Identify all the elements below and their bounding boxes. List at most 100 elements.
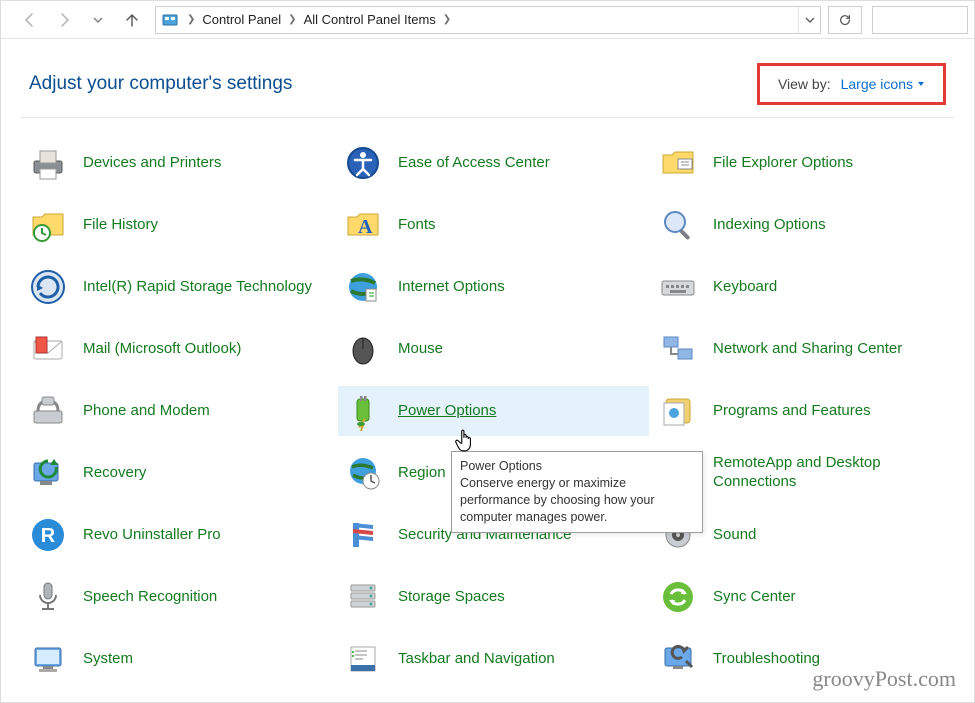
revo-icon: R bbox=[27, 514, 69, 556]
indexing-icon bbox=[657, 204, 699, 246]
item-label: RemoteApp and Desktop Connections bbox=[713, 454, 956, 492]
breadcrumb-item[interactable]: Control Panel bbox=[198, 12, 285, 27]
storage-icon bbox=[342, 576, 384, 618]
control-panel-item[interactable]: Recovery bbox=[23, 448, 334, 498]
arrow-up-icon bbox=[124, 12, 140, 28]
control-panel-item[interactable]: A Fonts bbox=[338, 200, 649, 250]
tooltip-body: Conserve energy or maximize performance … bbox=[460, 476, 655, 524]
chevron-down-icon bbox=[805, 15, 815, 25]
view-by-value: Large icons bbox=[841, 76, 913, 92]
control-panel-item[interactable]: R Revo Uninstaller Pro bbox=[23, 510, 334, 560]
control-panel-item[interactable]: Troubleshooting bbox=[653, 634, 964, 684]
tooltip: Power Options Conserve energy or maximiz… bbox=[451, 451, 703, 533]
speech-icon bbox=[27, 576, 69, 618]
internet-options-icon bbox=[342, 266, 384, 308]
file-history-icon bbox=[27, 204, 69, 246]
control-panel-item[interactable]: File Explorer Options bbox=[653, 138, 964, 188]
control-panel-item[interactable]: Mail (Microsoft Outlook) bbox=[23, 324, 334, 374]
control-panel-item[interactable]: Indexing Options bbox=[653, 200, 964, 250]
control-panel-item[interactable]: Taskbar and Navigation bbox=[338, 634, 649, 684]
breadcrumb-item[interactable]: All Control Panel Items bbox=[300, 12, 440, 27]
control-panel-item[interactable]: Keyboard bbox=[653, 262, 964, 312]
mail-icon bbox=[27, 328, 69, 370]
navigation-bar: ❯ Control Panel ❯ All Control Panel Item… bbox=[1, 1, 974, 39]
arrow-left-icon bbox=[22, 12, 38, 28]
triangle-down-icon bbox=[917, 80, 925, 88]
item-label: Keyboard bbox=[713, 278, 777, 297]
item-label: Taskbar and Navigation bbox=[398, 650, 555, 669]
control-panel-item[interactable]: Speech Recognition bbox=[23, 572, 334, 622]
intel-rst-icon bbox=[27, 266, 69, 308]
item-label: Mouse bbox=[398, 340, 443, 359]
taskbar-icon bbox=[342, 638, 384, 680]
svg-text:A: A bbox=[358, 216, 373, 238]
page-header: Adjust your computer's settings View by:… bbox=[1, 39, 974, 111]
control-panel-item[interactable]: Ease of Access Center bbox=[338, 138, 649, 188]
security-icon bbox=[342, 514, 384, 556]
item-label: Power Options bbox=[398, 402, 496, 421]
item-label: Fonts bbox=[398, 216, 436, 235]
refresh-button[interactable] bbox=[828, 6, 862, 34]
breadcrumb-separator[interactable]: ❯ bbox=[440, 14, 454, 25]
control-panel-item[interactable]: Network and Sharing Center bbox=[653, 324, 964, 374]
chevron-down-icon bbox=[93, 15, 103, 25]
svg-text:R: R bbox=[41, 525, 56, 547]
breadcrumb-separator[interactable]: ❯ bbox=[184, 14, 198, 25]
printer-icon bbox=[27, 142, 69, 184]
accessibility-icon bbox=[342, 142, 384, 184]
control-panel-item[interactable]: Devices and Printers bbox=[23, 138, 334, 188]
control-panel-item[interactable]: Sync Center bbox=[653, 572, 964, 622]
control-panel-item[interactable]: Power Options bbox=[338, 386, 649, 436]
folder-options-icon bbox=[657, 142, 699, 184]
item-label: System bbox=[83, 650, 133, 669]
control-panel-icon bbox=[160, 10, 180, 30]
recent-locations-button[interactable] bbox=[83, 5, 113, 35]
troubleshoot-icon bbox=[657, 638, 699, 680]
item-label: Speech Recognition bbox=[83, 588, 217, 607]
item-label: Internet Options bbox=[398, 278, 505, 297]
view-by-dropdown[interactable]: Large icons bbox=[841, 76, 925, 92]
items-grid: Devices and Printers Ease of Access Cente… bbox=[1, 124, 974, 684]
item-label: Region bbox=[398, 464, 446, 483]
search-box[interactable] bbox=[872, 6, 968, 34]
breadcrumb-separator[interactable]: ❯ bbox=[285, 14, 299, 25]
network-icon bbox=[657, 328, 699, 370]
item-label: Programs and Features bbox=[713, 402, 871, 421]
item-label: Devices and Printers bbox=[83, 154, 221, 173]
forward-button[interactable] bbox=[49, 5, 79, 35]
address-dropdown-button[interactable] bbox=[798, 7, 820, 33]
item-label: Ease of Access Center bbox=[398, 154, 550, 173]
control-panel-item[interactable]: System bbox=[23, 634, 334, 684]
control-panel-item[interactable]: Intel(R) Rapid Storage Technology bbox=[23, 262, 334, 312]
system-icon bbox=[27, 638, 69, 680]
arrow-right-icon bbox=[56, 12, 72, 28]
up-button[interactable] bbox=[117, 5, 147, 35]
item-label: Sound bbox=[713, 526, 756, 545]
item-label: Recovery bbox=[83, 464, 146, 483]
address-bar[interactable]: ❯ Control Panel ❯ All Control Panel Item… bbox=[155, 6, 821, 34]
control-panel-item[interactable]: Programs and Features bbox=[653, 386, 964, 436]
control-panel-item[interactable]: File History bbox=[23, 200, 334, 250]
sync-icon bbox=[657, 576, 699, 618]
programs-icon bbox=[657, 390, 699, 432]
control-panel-item[interactable]: Phone and Modem bbox=[23, 386, 334, 436]
item-label: Troubleshooting bbox=[713, 650, 820, 669]
page-title: Adjust your computer's settings bbox=[29, 73, 292, 95]
region-icon bbox=[342, 452, 384, 494]
control-panel-item[interactable]: Internet Options bbox=[338, 262, 649, 312]
control-panel-item[interactable]: Mouse bbox=[338, 324, 649, 374]
item-label: Phone and Modem bbox=[83, 402, 210, 421]
power-icon bbox=[342, 390, 384, 432]
control-panel-item[interactable]: Storage Spaces bbox=[338, 572, 649, 622]
item-label: Revo Uninstaller Pro bbox=[83, 526, 221, 545]
item-label: Storage Spaces bbox=[398, 588, 505, 607]
item-label: Mail (Microsoft Outlook) bbox=[83, 340, 241, 359]
back-button[interactable] bbox=[15, 5, 45, 35]
item-label: Network and Sharing Center bbox=[713, 340, 902, 359]
refresh-icon bbox=[838, 13, 852, 27]
item-label: Indexing Options bbox=[713, 216, 826, 235]
view-by-control: View by: Large icons bbox=[757, 63, 946, 105]
keyboard-icon bbox=[657, 266, 699, 308]
fonts-icon: A bbox=[342, 204, 384, 246]
item-label: File History bbox=[83, 216, 158, 235]
